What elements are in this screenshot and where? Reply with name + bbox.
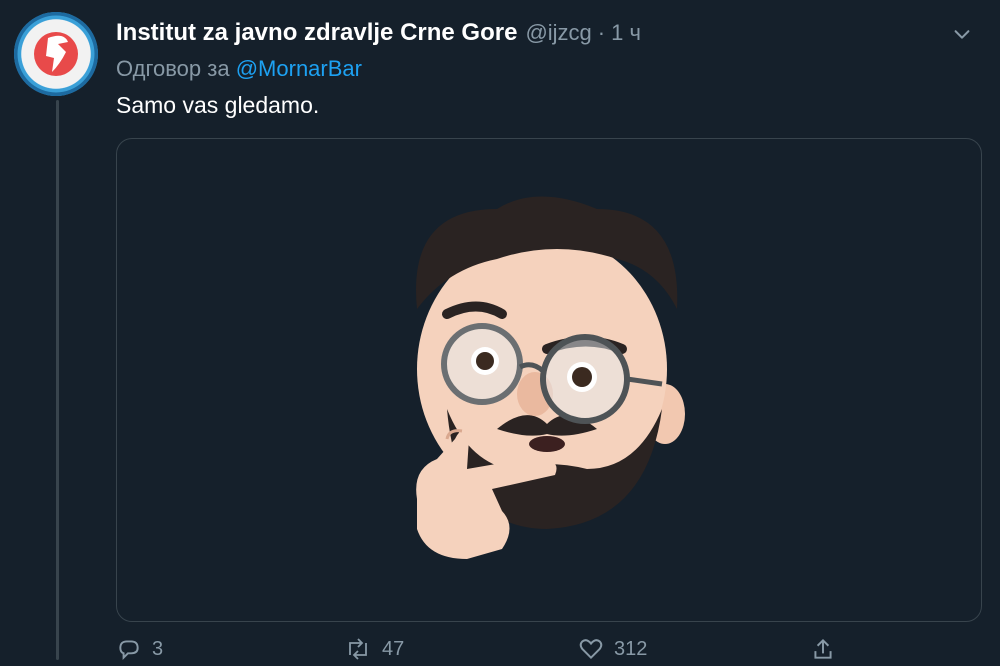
institute-logo-icon — [14, 12, 98, 96]
share-button[interactable] — [810, 636, 846, 662]
tweet-text: Samo vas gledamo. — [116, 92, 320, 118]
replying-to-prefix: Одговор за — [116, 56, 230, 81]
like-count: 312 — [614, 637, 648, 660]
separator-dot: · — [597, 20, 606, 45]
retweet-button[interactable]: 47 — [344, 636, 404, 662]
reply-button[interactable]: 3 — [116, 636, 163, 662]
retweet-icon — [349, 638, 367, 660]
heart-icon — [579, 639, 603, 660]
like-button[interactable]: 312 — [578, 636, 647, 662]
display-name[interactable]: Institut za javno zdravlje Crne Gore — [116, 19, 517, 47]
avatar[interactable] — [14, 12, 98, 96]
retweet-count: 47 — [382, 637, 405, 660]
user-handle[interactable]: @ijzcg — [525, 20, 591, 46]
reply-count: 3 — [152, 637, 164, 660]
chevron-down-icon[interactable] — [948, 20, 976, 48]
replying-to: Одговор за @MornarBar — [116, 56, 362, 82]
thinking-memoji-image — [416, 196, 685, 559]
thread-line — [56, 100, 59, 660]
reply-icon — [119, 640, 139, 661]
tweet-header: Institut za javno zdravlje Crne Gore @ij… — [116, 16, 980, 50]
action-bar: 3 47 312 — [116, 636, 876, 666]
tweet-media[interactable] — [116, 138, 982, 622]
replying-to-mention[interactable]: @MornarBar — [236, 56, 362, 81]
timestamp[interactable]: 1 ч — [611, 20, 641, 46]
share-icon — [814, 638, 832, 659]
